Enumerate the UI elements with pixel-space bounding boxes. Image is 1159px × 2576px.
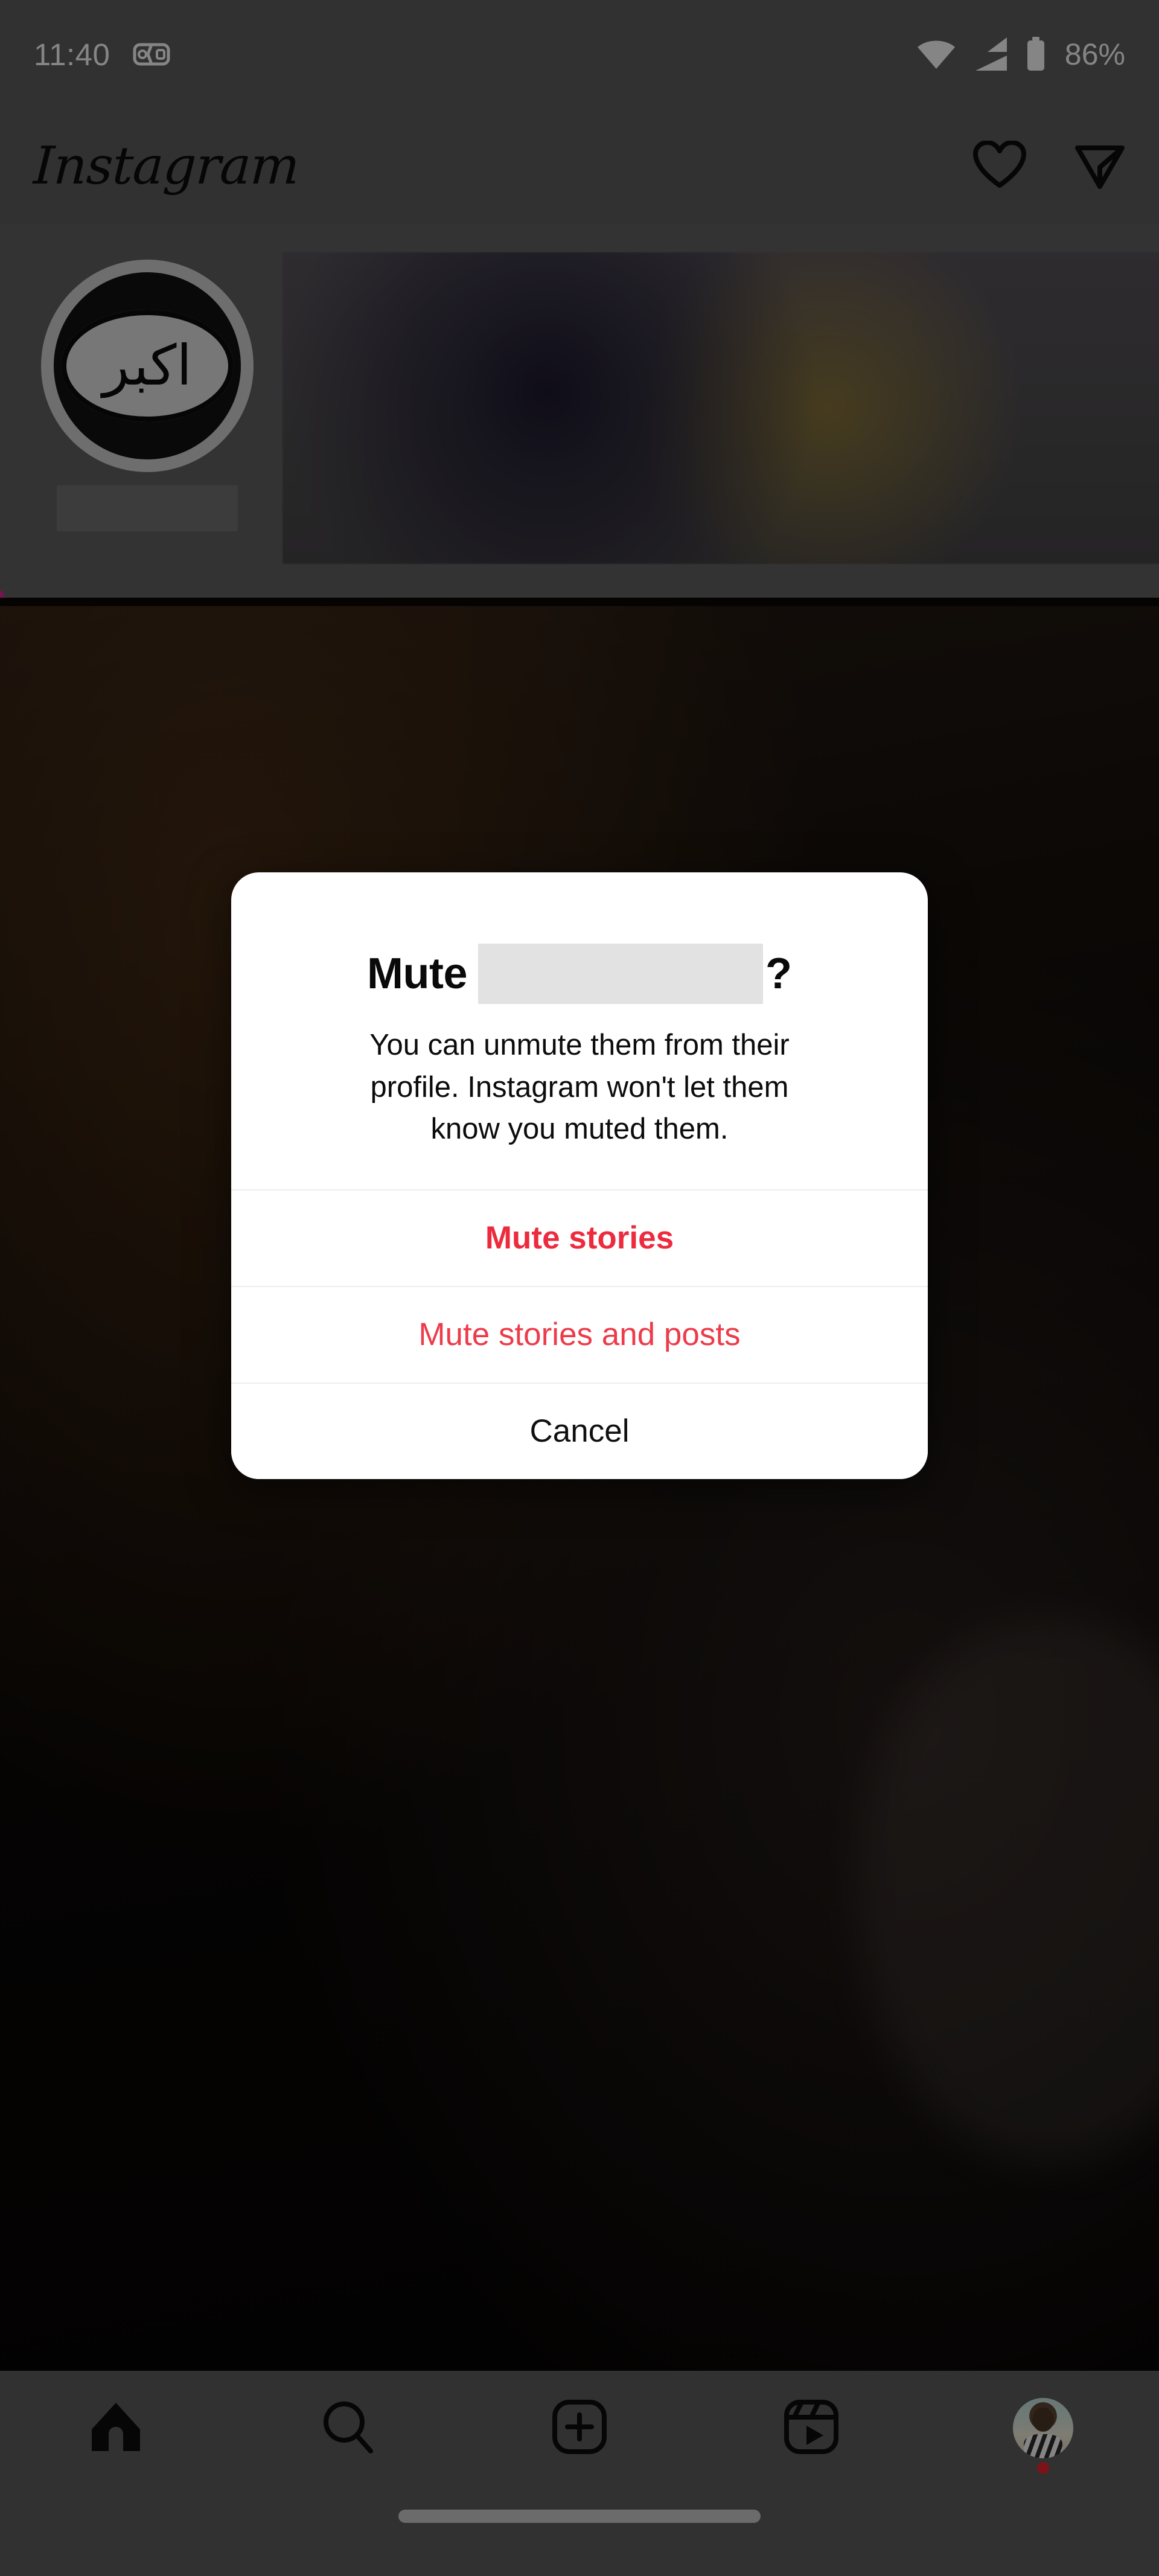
mute-stories-and-posts-button[interactable]: Mute stories and posts [231,1285,928,1382]
mute-confirmation-dialog: Mute ? You can unmute them from their pr… [231,872,928,1479]
dialog-header: Mute ? You can unmute them from their pr… [231,872,928,1189]
mute-stories-button[interactable]: Mute stories [231,1189,928,1286]
dialog-title-suffix: ? [765,950,792,998]
dialog-title: Mute ? [275,944,884,1004]
cancel-button[interactable]: Cancel [231,1382,928,1479]
dialog-title-prefix: Mute [367,950,467,998]
dialog-title-username-redaction [478,944,763,1004]
phone-screen: 11:40 86% Instagram اكبر Mute ? You can … [0,0,1159,2576]
dialog-body-text: You can unmute them from their profile. … [369,1029,790,1146]
